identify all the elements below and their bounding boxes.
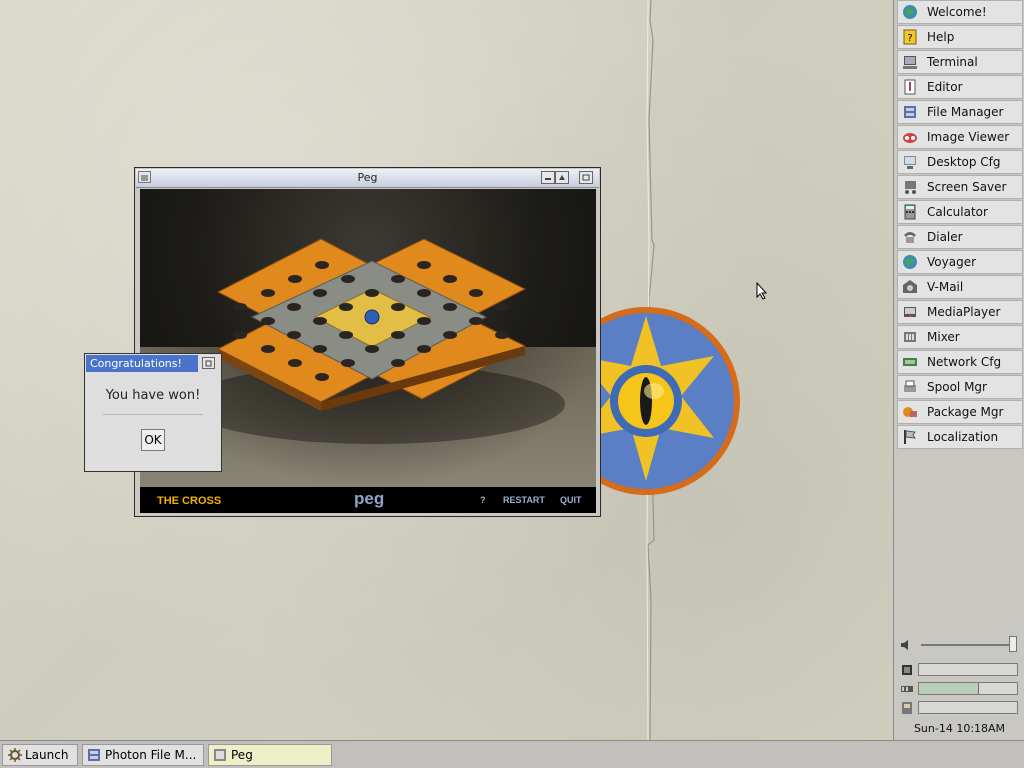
package-mgr-icon [903,407,917,417]
peg-titlebar[interactable]: Peg [136,169,599,188]
taskbar-item-peg[interactable]: Peg [208,744,332,766]
shelf-item-label: Voyager [927,255,977,269]
shelf-item-label: MediaPlayer [927,305,1001,319]
launcher-shelf: Welcome! ? Help Terminal Editor File Man… [893,0,1024,740]
shelf-item-file-manager[interactable]: File Manager [897,100,1023,124]
shelf-item-label: Mixer [927,330,960,344]
shelf-item-label: Spool Mgr [927,380,987,394]
dialer-icon [904,232,916,243]
taskbar-item-label: Photon File M... [105,748,197,762]
shelf-item-label: Image Viewer [927,130,1010,144]
shelf-item-package-mgr[interactable]: Package Mgr [897,400,1023,424]
peg-window-title: Peg [357,171,378,184]
mixer-icon [904,332,916,342]
qnx-emblem [596,307,740,495]
maximize-icon[interactable] [555,171,569,184]
shelf-item-screen-saver[interactable]: Screen Saver [897,175,1023,199]
memory-meter [918,682,1018,695]
network-cfg-icon [903,358,917,366]
shelf-item-welcome[interactable]: Welcome! [897,0,1023,24]
shelf-item-localization[interactable]: Localization [897,425,1023,449]
screen-saver-icon [905,181,916,194]
shelf-item-mediaplayer[interactable]: MediaPlayer [897,300,1023,324]
close-icon[interactable] [579,171,593,184]
shelf-item-label: Help [927,30,955,44]
dialog-separator [103,414,203,415]
mouse-cursor [756,282,768,300]
shelf-item-vmail[interactable]: V-Mail [897,275,1023,299]
memory-icon [901,686,913,692]
editor-icon [904,79,916,95]
shelf-item-label: Terminal [927,55,978,69]
svg-text:?: ? [907,33,912,44]
restart-link[interactable]: RESTART [503,495,545,505]
mode-label[interactable]: THE CROSS [157,495,221,507]
volume-control [897,634,1021,656]
launch-label: Launch [25,748,69,762]
localization-icon [904,430,917,444]
congratulations-dialog: Congratulations! You have won! OK [84,353,222,472]
help-icon: ? [903,29,917,45]
shelf-item-image-viewer[interactable]: Image Viewer [897,125,1023,149]
calculator-icon [904,204,916,220]
shelf-item-spool-mgr[interactable]: Spool Mgr [897,375,1023,399]
launch-button[interactable]: Launch [2,744,78,766]
help-link[interactable]: ? [480,495,486,505]
quit-link[interactable]: QUIT [560,495,582,505]
desktop-cfg-icon [904,156,916,169]
peg-app-icon [214,749,226,761]
peg-piece [364,309,380,325]
shelf-item-label: Desktop Cfg [927,155,1001,169]
shelf-item-voyager[interactable]: Voyager [897,250,1023,274]
taskbar: Launch Photon File M... Peg [0,740,1024,768]
shelf-item-help[interactable]: ? Help [897,25,1023,49]
taskbar-item-file-manager[interactable]: Photon File M... [82,744,204,766]
shelf-item-label: Package Mgr [927,405,1004,419]
spool-mgr-icon [904,380,916,392]
voyager-icon [903,255,917,269]
mediaplayer-icon [904,307,916,317]
minimize-icon[interactable] [541,171,555,184]
globe-icon [903,5,917,19]
shelf-item-desktop-cfg[interactable]: Desktop Cfg [897,150,1023,174]
memory-meter-fill [919,683,979,694]
shelf-item-label: Welcome! [927,5,987,19]
shelf-item-network-cfg[interactable]: Network Cfg [897,350,1023,374]
shelf-item-terminal[interactable]: Terminal [897,50,1023,74]
disk-icon [902,702,912,714]
image-viewer-icon [903,133,917,143]
volume-slider[interactable] [921,644,1017,646]
shelf-item-editor[interactable]: Editor [897,75,1023,99]
shelf-item-label: Localization [927,430,999,444]
shelf-item-label: Screen Saver [927,180,1007,194]
shelf-item-label: File Manager [927,105,1004,119]
file-manager-icon [904,106,916,118]
shelf-item-mixer[interactable]: Mixer [897,325,1023,349]
shelf-item-label: Editor [927,80,963,94]
taskbar-item-label: Peg [231,748,253,762]
peg-footer: THE CROSS peg ? RESTART QUIT [140,487,596,513]
dialog-close-icon[interactable] [202,357,215,369]
peg-logo: peg [354,489,385,508]
shelf-item-label: Dialer [927,230,963,244]
terminal-icon [903,56,917,69]
speaker-icon [901,640,908,650]
dialog-title[interactable]: Congratulations! [86,355,198,372]
shelf-item-label: Network Cfg [927,355,1002,369]
cpu-meter [918,663,1018,676]
shelf-item-label: V-Mail [927,280,964,294]
shelf-item-label: Calculator [927,205,988,219]
gear-icon [8,748,22,762]
shelf-item-calculator[interactable]: Calculator [897,200,1023,224]
file-manager-icon [88,749,100,761]
cpu-icon [902,665,912,675]
ok-button[interactable]: OK [141,429,165,451]
clock[interactable]: Sun-14 10:18AM [894,722,1024,735]
dialog-message: You have won! [105,388,201,403]
volume-slider-handle[interactable] [1009,636,1017,652]
disk-meter [918,701,1018,714]
shelf-item-dialer[interactable]: Dialer [897,225,1023,249]
vmail-icon [903,280,917,293]
